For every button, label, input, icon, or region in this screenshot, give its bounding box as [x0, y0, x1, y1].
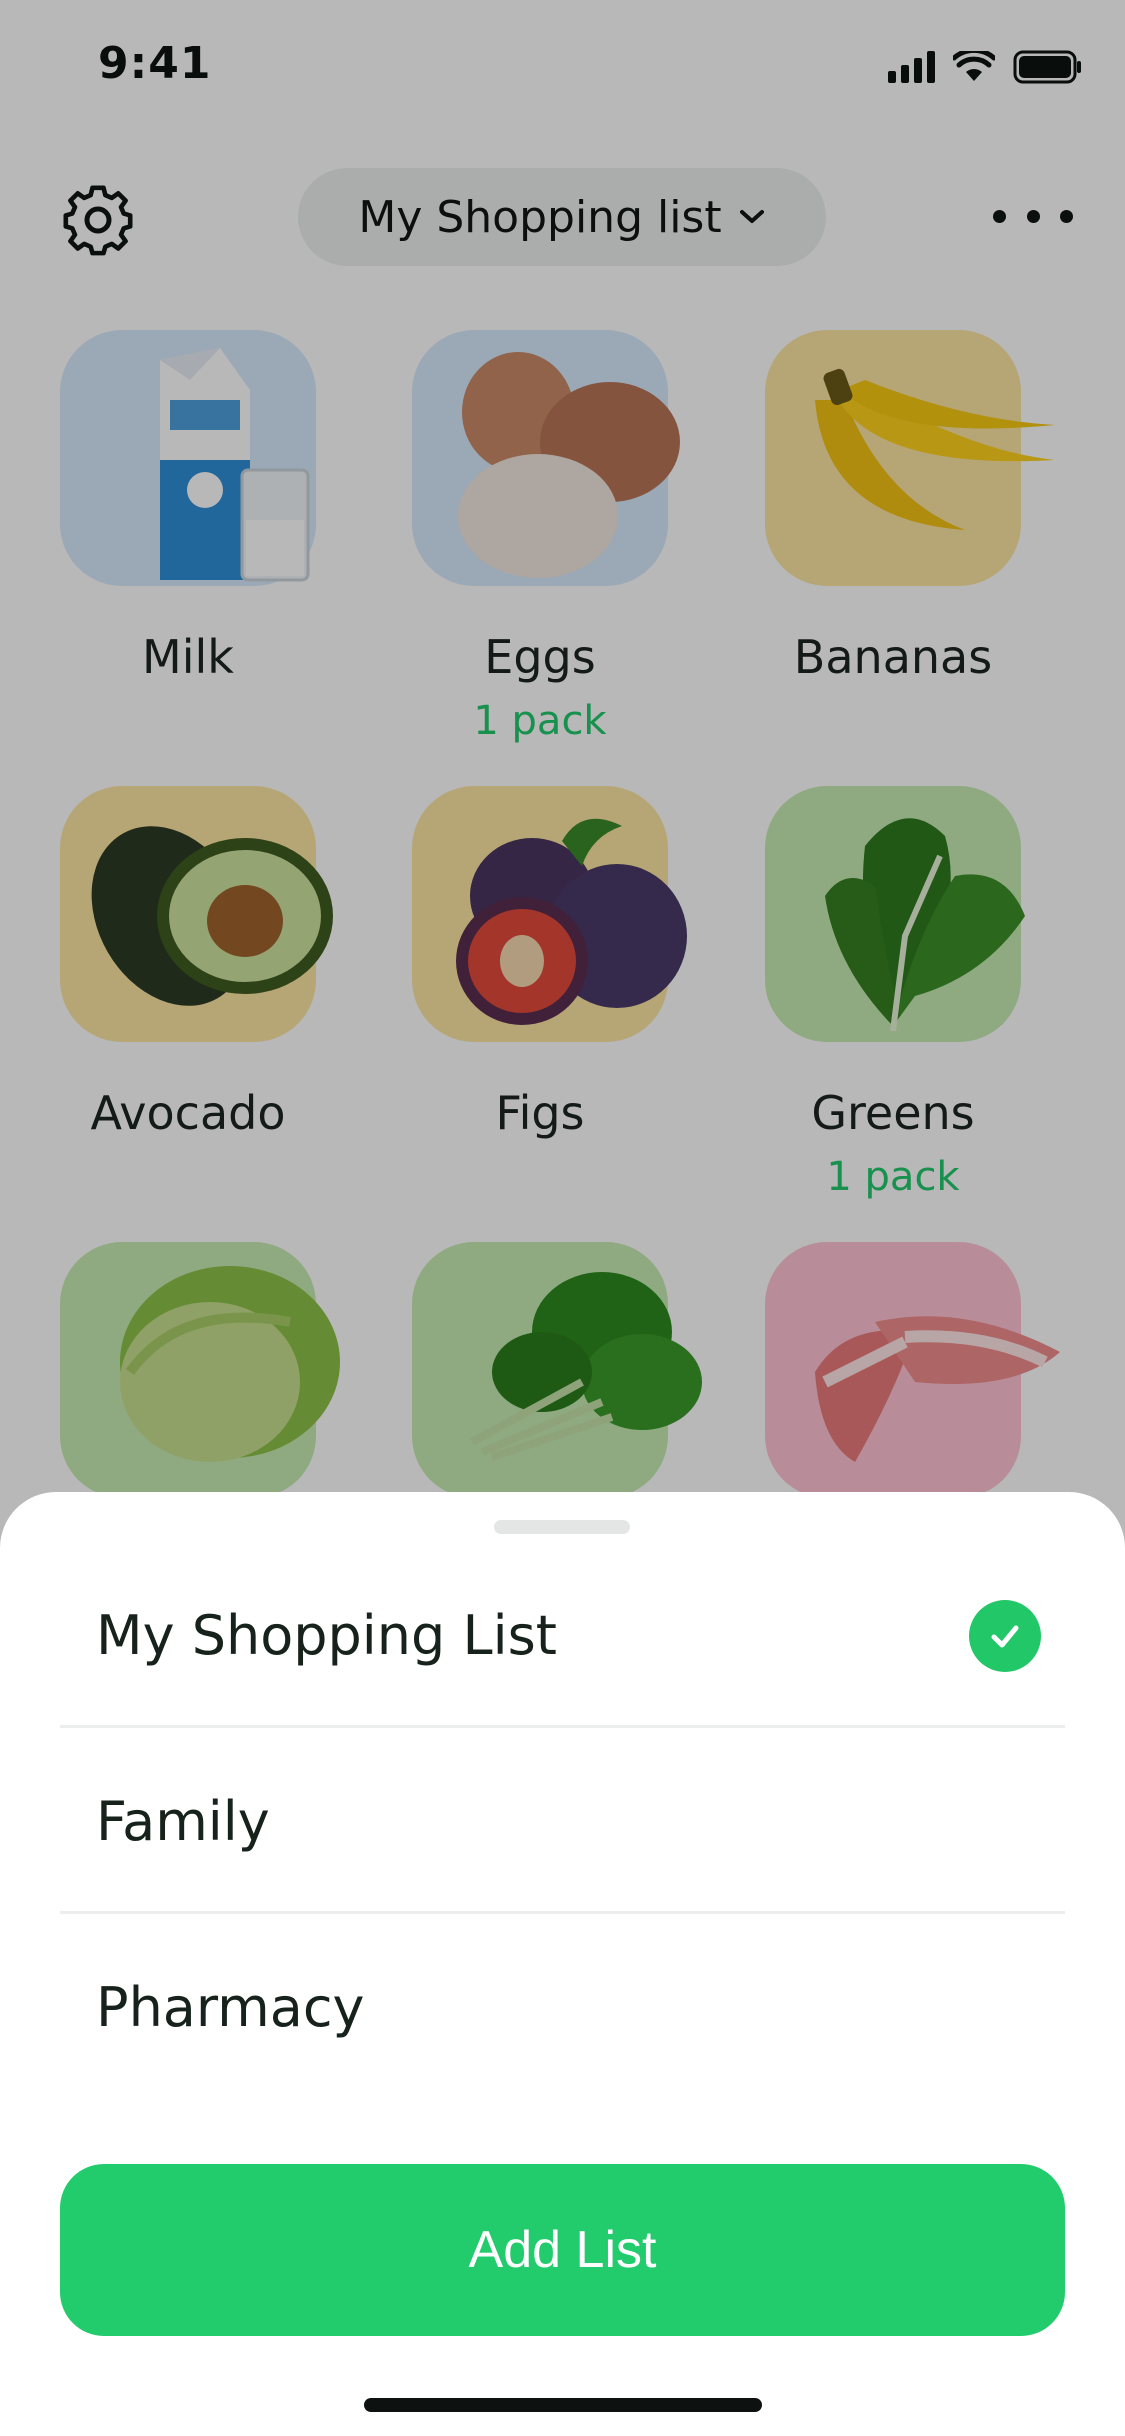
list-option-family[interactable]: Family: [60, 1728, 1065, 1914]
list-option-label: My Shopping List: [96, 1604, 557, 1667]
add-list-button[interactable]: Add List: [60, 2164, 1065, 2336]
list-option-label: Family: [96, 1790, 270, 1853]
checkmark-icon: [969, 1600, 1041, 1672]
list-picker-sheet: My Shopping List Family Pharmacy Add Lis…: [0, 1492, 1125, 2436]
list-option-label: Pharmacy: [96, 1976, 365, 2039]
list-option-my-shopping-list[interactable]: My Shopping List: [60, 1542, 1065, 1728]
list-option-pharmacy[interactable]: Pharmacy: [60, 1914, 1065, 2100]
home-indicator: [364, 2398, 762, 2412]
sheet-drag-handle[interactable]: [494, 1520, 630, 1534]
app-screen: 9:41 My Shopping list Milk Eggs 1 pack B…: [0, 0, 1125, 2436]
